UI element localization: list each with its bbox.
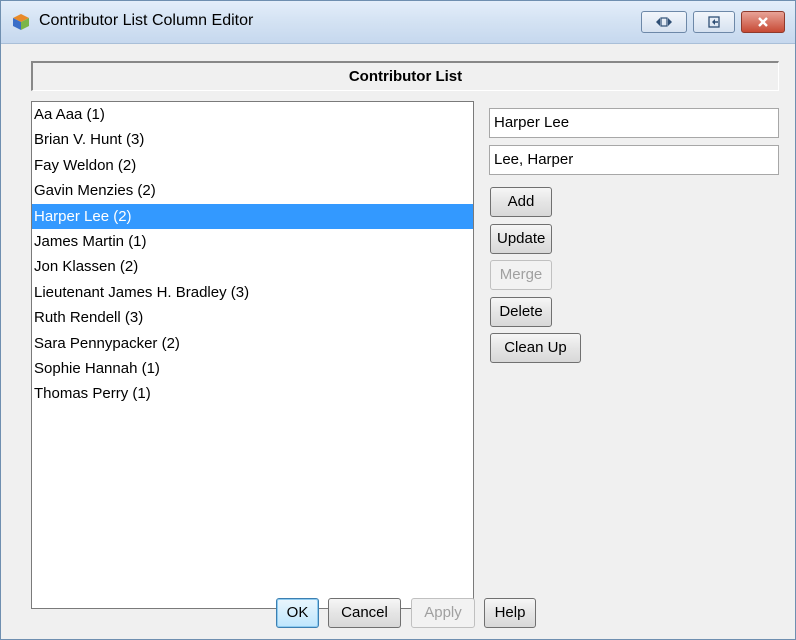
help-button[interactable]: Help bbox=[484, 598, 536, 628]
apply-button[interactable]: Apply bbox=[411, 598, 475, 628]
close-button[interactable] bbox=[741, 11, 785, 33]
list-item[interactable]: Fay Weldon (2) bbox=[32, 153, 473, 178]
clean-up-button[interactable]: Clean Up bbox=[490, 333, 581, 363]
title-bar[interactable]: Contributor List Column Editor bbox=[1, 1, 795, 44]
list-item[interactable]: Lieutenant James H. Bradley (3) bbox=[32, 280, 473, 305]
restore-icon bbox=[656, 17, 672, 27]
contributor-list[interactable]: Aa Aaa (1) Brian V. Hunt (3) Fay Weldon (2… bbox=[31, 101, 474, 609]
list-item[interactable]: Gavin Menzies (2) bbox=[32, 178, 473, 203]
list-item[interactable]: Sophie Hannah (1) bbox=[32, 356, 473, 381]
window-title: Contributor List Column Editor bbox=[39, 12, 254, 29]
ok-button[interactable]: OK bbox=[276, 598, 319, 628]
list-item[interactable]: Brian V. Hunt (3) bbox=[32, 127, 473, 152]
update-button[interactable]: Update bbox=[490, 224, 552, 254]
app-icon bbox=[12, 13, 30, 31]
add-button[interactable]: Add bbox=[490, 187, 552, 217]
dialog-window: Contributor List Column Editor Contribut… bbox=[0, 0, 796, 640]
header-panel: Contributor List bbox=[31, 61, 779, 91]
pin-button[interactable] bbox=[693, 11, 735, 33]
list-item[interactable]: James Martin (1) bbox=[32, 229, 473, 254]
list-item[interactable]: Jon Klassen (2) bbox=[32, 254, 473, 279]
name-field[interactable]: Harper Lee bbox=[489, 108, 779, 138]
list-item[interactable]: Ruth Rendell (3) bbox=[32, 305, 473, 330]
cancel-button[interactable]: Cancel bbox=[328, 598, 401, 628]
list-item[interactable]: Harper Lee (2) bbox=[32, 203, 473, 229]
panel-title: Contributor List bbox=[348, 68, 463, 85]
pin-icon bbox=[708, 16, 720, 28]
list-item[interactable]: Aa Aaa (1) bbox=[32, 102, 473, 127]
merge-button[interactable]: Merge bbox=[490, 260, 552, 290]
sort-name-field[interactable]: Lee, Harper bbox=[489, 145, 779, 175]
list-item[interactable]: Thomas Perry (1) bbox=[32, 381, 473, 406]
list-item[interactable]: Sara Pennypacker (2) bbox=[32, 331, 473, 356]
restore-button[interactable] bbox=[641, 11, 687, 33]
close-icon bbox=[758, 17, 768, 27]
delete-button[interactable]: Delete bbox=[490, 297, 552, 327]
